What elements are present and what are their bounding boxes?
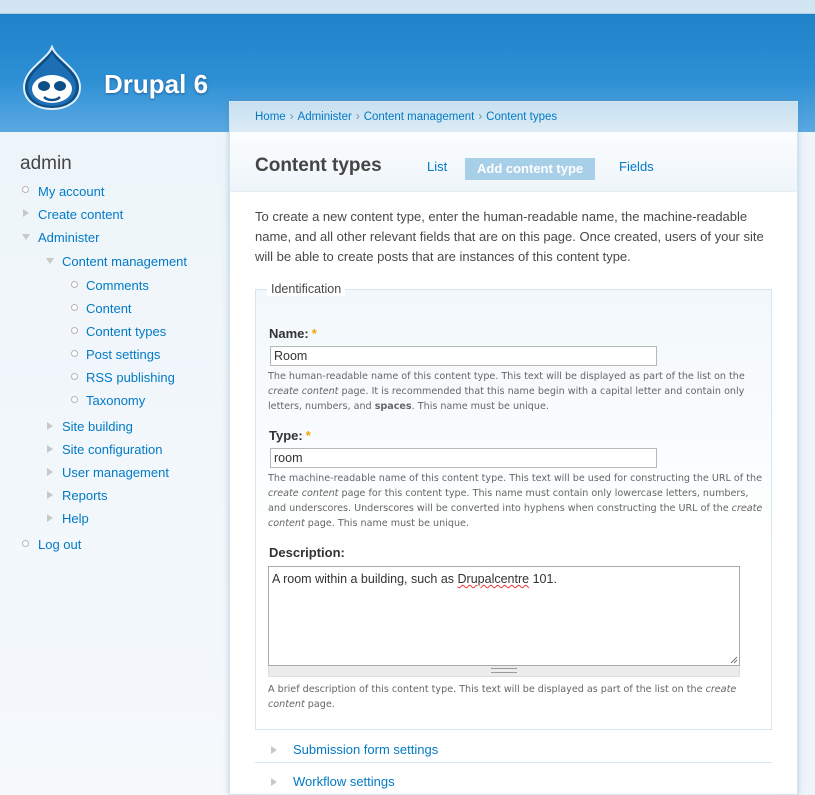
name-label: Name: *: [269, 326, 317, 341]
breadcrumb-home[interactable]: Home: [255, 111, 286, 123]
title-bar: Content types List Add content type Fiel…: [230, 132, 797, 192]
submission-form-settings-link[interactable]: Submission form settings: [293, 742, 438, 757]
sidebar-item-post-settings[interactable]: Post settings: [86, 347, 160, 362]
bullet-icon: [22, 186, 29, 193]
required-marker: *: [311, 326, 317, 341]
breadcrumb-content-management[interactable]: Content management: [364, 111, 475, 123]
desc-text: page. This name must be unique.: [304, 518, 469, 529]
expand-arrow-icon[interactable]: [23, 209, 29, 217]
sidebar-background: [0, 132, 229, 795]
resize-handle-icon[interactable]: [730, 656, 738, 664]
description-textarea[interactable]: A room within a building, such as Drupal…: [268, 566, 740, 666]
textarea-grippie[interactable]: [268, 666, 740, 677]
bullet-icon: [71, 396, 78, 403]
bullet-icon: [71, 327, 78, 334]
sidebar-item-content-management[interactable]: Content management: [62, 254, 187, 269]
sidebar-item-reports[interactable]: Reports: [62, 488, 108, 503]
bullet-icon: [71, 281, 78, 288]
sidebar-item-content-types[interactable]: Content types: [86, 324, 166, 339]
sidebar-item-site-configuration[interactable]: Site configuration: [62, 442, 162, 457]
sidebar-item-content[interactable]: Content: [86, 301, 132, 316]
name-input[interactable]: [270, 346, 657, 366]
bullet-icon: [22, 540, 29, 547]
misspelled-word: Drupalcentre: [457, 572, 530, 586]
sidebar-title: admin: [20, 153, 72, 174]
name-label-text: Name:: [269, 326, 309, 341]
breadcrumb-separator: ›: [478, 111, 483, 123]
type-description: The machine-readable name of this conten…: [268, 471, 763, 531]
expand-arrow-icon[interactable]: [47, 468, 53, 476]
main-content: Home › Administer › Content management › Conte…: [229, 101, 798, 795]
expand-arrow-icon[interactable]: [47, 491, 53, 499]
bullet-icon: [71, 350, 78, 357]
name-description: The human-readable name of this content …: [268, 369, 763, 414]
description-label: Description:: [269, 545, 345, 560]
breadcrumb-bar: Home › Administer › Content management › Conte…: [230, 102, 797, 132]
workflow-settings-section[interactable]: Workflow settings: [255, 771, 772, 795]
desc-text: A brief description of this content type…: [268, 684, 706, 695]
desc-emphasis: create content: [268, 386, 339, 397]
sidebar-item-user-management[interactable]: User management: [62, 465, 169, 480]
bullet-icon: [71, 373, 78, 380]
desc-text: page for this content type. This name mu…: [268, 488, 749, 514]
expand-arrow-icon[interactable]: [47, 445, 53, 453]
grip-lines-icon: [491, 668, 517, 673]
type-input[interactable]: [270, 448, 657, 468]
bullet-icon: [71, 304, 78, 311]
sidebar-item-help[interactable]: Help: [62, 511, 89, 526]
sidebar-item-site-building[interactable]: Site building: [62, 419, 133, 434]
sidebar-item-log-out[interactable]: Log out: [38, 537, 81, 552]
required-marker: *: [305, 428, 311, 443]
collapse-arrow-icon[interactable]: [22, 234, 30, 240]
tab-fields[interactable]: Fields: [619, 159, 654, 174]
desc-emphasis: create content: [268, 488, 339, 499]
desc-text: The human-readable name of this content …: [268, 371, 745, 382]
sidebar-item-comments[interactable]: Comments: [86, 278, 149, 293]
breadcrumb-separator: ›: [289, 111, 294, 123]
drupal-drop-icon[interactable]: [20, 45, 84, 111]
type-label: Type: *: [269, 428, 311, 443]
desc-text: . This name must be unique.: [411, 401, 549, 412]
breadcrumb-separator: ›: [355, 111, 360, 123]
breadcrumb: Home › Administer › Content management › Conte…: [255, 111, 557, 123]
sidebar-item-rss-publishing[interactable]: RSS publishing: [86, 370, 175, 385]
site-name[interactable]: Drupal 6: [104, 69, 208, 100]
description-help: A brief description of this content type…: [268, 682, 763, 712]
expand-arrow-icon[interactable]: [271, 778, 277, 786]
sidebar-item-create-content[interactable]: Create content: [38, 207, 123, 222]
expand-arrow-icon[interactable]: [47, 514, 53, 522]
expand-arrow-icon[interactable]: [47, 422, 53, 430]
breadcrumb-administer[interactable]: Administer: [298, 111, 352, 123]
sidebar-item-my-account[interactable]: My account: [38, 184, 104, 199]
tab-add-content-type[interactable]: Add content type: [465, 158, 596, 180]
collapse-arrow-icon[interactable]: [46, 258, 54, 264]
desc-text: page.: [304, 699, 335, 710]
breadcrumb-content-types[interactable]: Content types: [486, 111, 557, 123]
type-label-text: Type:: [269, 428, 303, 443]
sidebar-item-taxonomy[interactable]: Taxonomy: [86, 393, 145, 408]
tab-list[interactable]: List: [427, 159, 447, 174]
sidebar-item-administer[interactable]: Administer: [38, 230, 99, 245]
submission-form-settings-section[interactable]: Submission form settings: [255, 739, 772, 763]
workflow-settings-link[interactable]: Workflow settings: [293, 774, 395, 789]
top-strip: [0, 0, 815, 14]
intro-text: To create a new content type, enter the …: [255, 209, 764, 264]
desc-strong: spaces: [374, 401, 412, 412]
fieldset-legend: Identification: [267, 282, 346, 296]
textarea-text: A room within a building, such as: [272, 572, 458, 586]
identification-fieldset: Identification Name:* The human-readable…: [255, 282, 772, 730]
page-title: Content types: [255, 155, 382, 176]
expand-arrow-icon[interactable]: [271, 746, 277, 754]
textarea-text: 101.: [529, 572, 557, 586]
desc-text: The machine-readable name of this conten…: [268, 473, 762, 484]
